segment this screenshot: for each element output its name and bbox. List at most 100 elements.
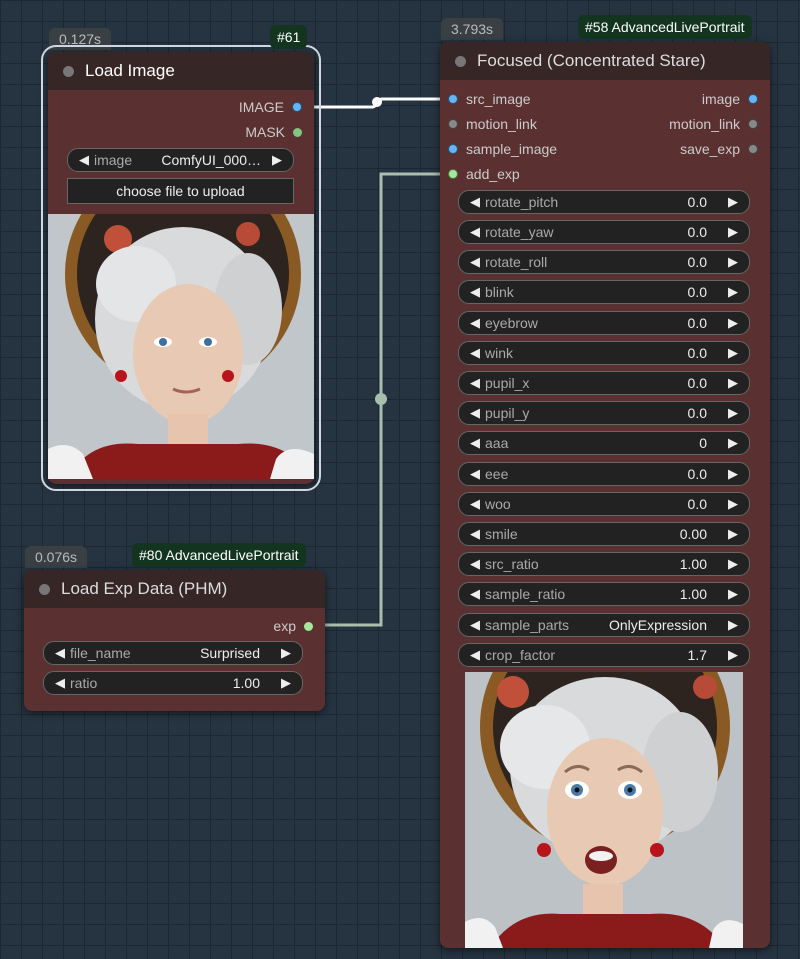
image-link-midpoint[interactable] [372, 97, 382, 107]
arrow-right-icon[interactable]: ▶ [725, 342, 741, 364]
save-exp-slot-icon[interactable] [748, 144, 758, 155]
output-image[interactable]: IMAGE [239, 97, 302, 117]
exp-slot-icon[interactable] [304, 621, 313, 631]
arrow-left-icon[interactable]: ◀ [467, 342, 483, 364]
image-slot-icon[interactable] [292, 102, 302, 113]
arrow-left-icon[interactable]: ◀ [467, 191, 483, 213]
arrow-left-icon[interactable]: ◀ [467, 553, 483, 575]
arrow-left-icon[interactable]: ◀ [467, 493, 483, 515]
mask-slot-icon[interactable] [293, 127, 302, 137]
arrow-right-icon[interactable]: ▶ [725, 221, 741, 243]
motion-slot-icon[interactable] [748, 119, 758, 130]
arrow-right-icon[interactable]: ▶ [725, 553, 741, 575]
widget-value: 1.00 [232, 675, 260, 691]
arrow-left-icon[interactable]: ◀ [467, 463, 483, 485]
arrow-right-icon[interactable]: ▶ [725, 523, 741, 545]
arrow-left-icon[interactable]: ◀ [467, 614, 483, 636]
image-slot-icon[interactable] [748, 94, 758, 105]
arrow-left-icon[interactable]: ◀ [467, 312, 483, 334]
arrow-right-icon[interactable]: ▶ [725, 191, 741, 213]
rotate-pitch-widget[interactable]: ◀ rotate_pitch 0.0 ▶ [458, 190, 750, 214]
widget-value: 0.0 [687, 405, 707, 421]
load-exp-data-node[interactable]: Load Exp Data (PHM) exp ◀ file_name Surp… [24, 570, 325, 711]
crop-factor-widget[interactable]: ◀ crop_factor 1.7 ▶ [458, 643, 750, 667]
exp-link-wire[interactable] [311, 172, 452, 627]
arrow-left-icon[interactable]: ◀ [467, 523, 483, 545]
widget-name: sample_ratio [485, 586, 566, 602]
arrow-right-icon[interactable]: ▶ [725, 432, 741, 454]
collapse-dot-icon[interactable] [455, 56, 466, 67]
arrow-left-icon[interactable]: ◀ [467, 432, 483, 454]
arrow-right-icon[interactable]: ▶ [725, 281, 741, 303]
input-src-image[interactable]: src_image [448, 89, 531, 109]
image-slot-icon[interactable] [448, 94, 458, 105]
arrow-left-icon[interactable]: ◀ [467, 221, 483, 243]
pupil-x-widget[interactable]: ◀ pupil_x 0.0 ▶ [458, 371, 750, 395]
arrow-right-icon[interactable]: ▶ [725, 402, 741, 424]
arrow-left-icon[interactable]: ◀ [52, 642, 68, 664]
arrow-right-icon[interactable]: ▶ [725, 583, 741, 605]
input-motion-link[interactable]: motion_link [448, 114, 537, 134]
arrow-left-icon[interactable]: ◀ [467, 583, 483, 605]
output-image[interactable]: image [702, 89, 758, 109]
motion-slot-icon[interactable] [448, 119, 458, 130]
arrow-right-icon[interactable]: ▶ [269, 149, 285, 171]
output-exp[interactable]: exp [273, 616, 313, 636]
arrow-right-icon[interactable]: ▶ [725, 614, 741, 636]
arrow-right-icon[interactable]: ▶ [725, 493, 741, 515]
exp-slot-icon[interactable] [448, 169, 458, 180]
arrow-right-icon[interactable]: ▶ [725, 251, 741, 273]
pupil-y-widget[interactable]: ◀ pupil_y 0.0 ▶ [458, 401, 750, 425]
output-motion-link[interactable]: motion_link [669, 114, 758, 134]
arrow-right-icon[interactable]: ▶ [278, 672, 294, 694]
sample-parts-widget[interactable]: ◀ sample_parts OnlyExpression ▶ [458, 613, 750, 637]
load-image-node[interactable]: Load Image IMAGE MASK ◀ image ComfyUI_00… [41, 45, 321, 491]
woo-widget[interactable]: ◀ woo 0.0 ▶ [458, 492, 750, 516]
arrow-right-icon[interactable]: ▶ [725, 644, 741, 666]
node-header[interactable]: Load Exp Data (PHM) [24, 570, 325, 608]
arrow-right-icon[interactable]: ▶ [278, 642, 294, 664]
ratio-widget[interactable]: ◀ ratio 1.00 ▶ [43, 671, 303, 695]
arrow-left-icon[interactable]: ◀ [467, 644, 483, 666]
exp-link-midpoint[interactable] [375, 393, 387, 405]
node-header[interactable]: Load Image [48, 52, 314, 90]
collapse-dot-icon[interactable] [63, 66, 74, 77]
eyebrow-widget[interactable]: ◀ eyebrow 0.0 ▶ [458, 311, 750, 335]
arrow-right-icon[interactable]: ▶ [725, 372, 741, 394]
output-mask[interactable]: MASK [245, 122, 302, 142]
node-header[interactable]: Focused (Concentrated Stare) [440, 42, 770, 80]
arrow-left-icon[interactable]: ◀ [467, 402, 483, 424]
widget-value: 0.0 [687, 466, 707, 482]
widget-value: 0.0 [687, 496, 707, 512]
widget-value: 0.0 [687, 315, 707, 331]
image-slot-icon[interactable] [448, 144, 458, 155]
aaa-widget[interactable]: ◀ aaa 0 ▶ [458, 431, 750, 455]
arrow-right-icon[interactable]: ▶ [725, 312, 741, 334]
advanced-live-portrait-node[interactable]: Focused (Concentrated Stare) src_image m… [440, 42, 770, 948]
smile-widget[interactable]: ◀ smile 0.00 ▶ [458, 522, 750, 546]
collapse-dot-icon[interactable] [39, 584, 50, 595]
widget-name: woo [485, 496, 511, 512]
arrow-left-icon[interactable]: ◀ [52, 672, 68, 694]
input-sample-image[interactable]: sample_image [448, 139, 557, 159]
wink-widget[interactable]: ◀ wink 0.0 ▶ [458, 341, 750, 365]
image-link-wire[interactable] [302, 97, 452, 109]
arrow-left-icon[interactable]: ◀ [467, 372, 483, 394]
output-save-exp[interactable]: save_exp [680, 139, 758, 159]
sample-ratio-widget[interactable]: ◀ sample_ratio 1.00 ▶ [458, 582, 750, 606]
widget-name: rotate_pitch [485, 194, 559, 210]
upload-button[interactable]: choose file to upload [67, 178, 294, 204]
blink-widget[interactable]: ◀ blink 0.0 ▶ [458, 280, 750, 304]
arrow-left-icon[interactable]: ◀ [467, 251, 483, 273]
input-add-exp[interactable]: add_exp [448, 164, 520, 184]
arrow-left-icon[interactable]: ◀ [467, 281, 483, 303]
rotate-yaw-widget[interactable]: ◀ rotate_yaw 0.0 ▶ [458, 220, 750, 244]
rotate-roll-widget[interactable]: ◀ rotate_roll 0.0 ▶ [458, 250, 750, 274]
arrow-left-icon[interactable]: ◀ [76, 149, 92, 171]
arrow-right-icon[interactable]: ▶ [725, 463, 741, 485]
file-name-widget[interactable]: ◀ file_name Surprised ▶ [43, 641, 303, 665]
widget-name: rotate_yaw [485, 224, 554, 240]
image-combo-widget[interactable]: ◀ image ComfyUI_000… ▶ [67, 148, 294, 172]
eee-widget[interactable]: ◀ eee 0.0 ▶ [458, 462, 750, 486]
src-ratio-widget[interactable]: ◀ src_ratio 1.00 ▶ [458, 552, 750, 576]
